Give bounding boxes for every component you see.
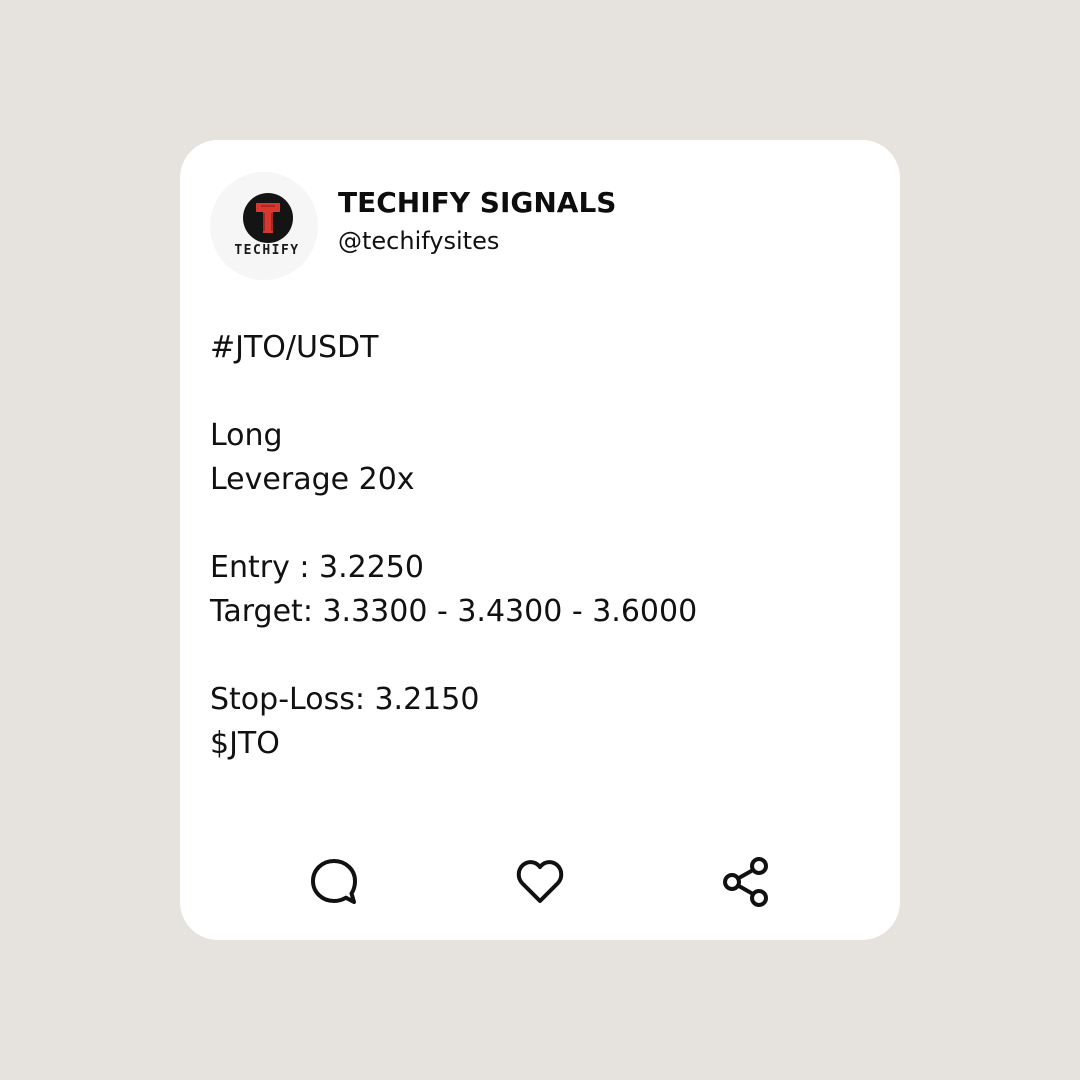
cashtag: $JTO: [210, 726, 280, 761]
avatar[interactable]: TECHIFY: [210, 172, 318, 280]
comment-button[interactable]: [308, 856, 360, 908]
share-icon: [723, 857, 768, 907]
like-button[interactable]: [514, 856, 566, 908]
trading-pair: #JTO/USDT: [210, 330, 379, 365]
user-handle[interactable]: @techifysites: [338, 226, 499, 256]
post-text: #JTO/USDT Long Leverage 20x Entry : 3.22…: [210, 326, 870, 766]
post-card: TECHIFY TECHIFY SIGNALS @techifysites #J…: [180, 140, 900, 940]
techify-logo-icon: [243, 193, 293, 243]
share-button[interactable]: [720, 856, 772, 908]
leverage-text: Leverage 20x: [210, 462, 415, 497]
trade-direction: Long: [210, 418, 283, 453]
heart-icon: [516, 860, 564, 903]
entry-price: Entry : 3.2250: [210, 550, 424, 585]
stop-loss-price: Stop-Loss: 3.2150: [210, 682, 480, 717]
avatar-brand-text: TECHIFY: [234, 243, 300, 258]
post-actions: [180, 852, 900, 912]
display-name[interactable]: TECHIFY SIGNALS: [338, 186, 616, 220]
target-prices: Target: 3.3300 - 3.4300 - 3.6000: [210, 594, 698, 629]
comment-icon: [311, 859, 357, 904]
